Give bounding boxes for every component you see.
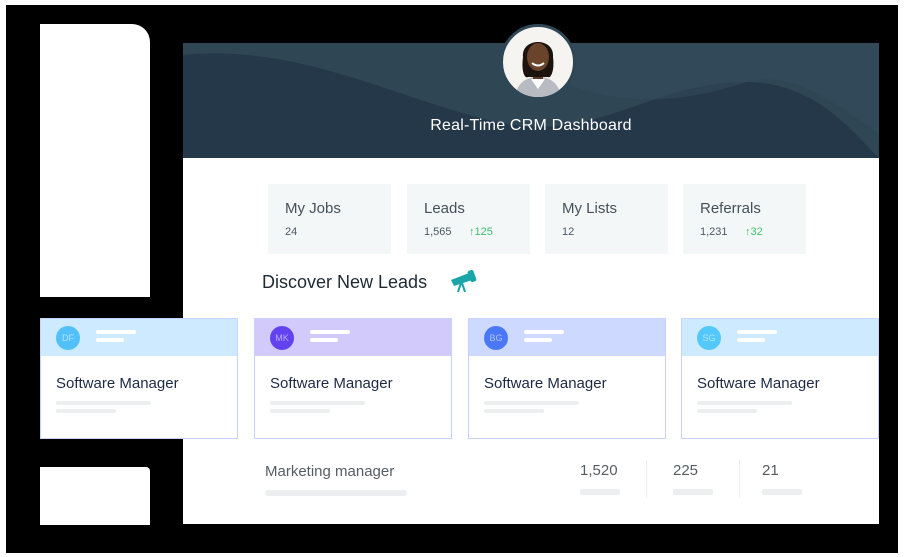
lead-card-title: Software Manager [270, 375, 393, 392]
lead-card[interactable]: BG Software Manager [468, 318, 666, 439]
lead-row-title[interactable]: Marketing manager [265, 463, 394, 480]
divider [739, 460, 740, 498]
stat-value: 1,231 [700, 226, 728, 238]
stat-value: 24 [285, 226, 298, 238]
stat-my-jobs[interactable]: My Jobs 24 [268, 184, 391, 254]
placeholder-bar [762, 489, 802, 495]
lead-avatar: DF [56, 326, 80, 350]
lead-card-title: Software Manager [484, 375, 607, 392]
lead-card-title: Software Manager [697, 375, 820, 392]
stat-label: My Jobs [285, 200, 341, 217]
stat-label: My Lists [562, 200, 618, 217]
placeholder-bar [56, 409, 116, 413]
card-header: BG [469, 319, 665, 356]
lead-card[interactable]: DF Software Manager [40, 318, 238, 439]
background-panel-top [40, 24, 150, 297]
stat-label: Referrals [700, 200, 761, 217]
stat-delta: 125 [474, 226, 493, 238]
placeholder-bar [697, 409, 757, 413]
lead-row-value: 1,520 [580, 462, 618, 479]
placeholder-bar [697, 401, 792, 405]
stat-delta: 32 [750, 226, 763, 238]
lead-card-title: Software Manager [56, 375, 179, 392]
stat-referrals[interactable]: Referrals 1,231 ↑32 [683, 184, 806, 254]
lead-avatar: SG [697, 326, 721, 350]
divider [646, 460, 647, 498]
lead-avatar: MK [270, 326, 294, 350]
stat-my-lists[interactable]: My Lists 12 [545, 184, 668, 254]
placeholder-bar [673, 489, 713, 495]
placeholder-bar [96, 330, 136, 334]
card-header: DF [41, 319, 237, 356]
telescope-icon [451, 270, 477, 292]
user-avatar[interactable] [500, 24, 576, 100]
placeholder-bar [524, 330, 564, 334]
placeholder-bar [737, 330, 777, 334]
stat-value: 1,565 [424, 226, 452, 238]
stat-value: 12 [562, 226, 575, 238]
lead-avatar: BG [484, 326, 508, 350]
stat-leads[interactable]: Leads 1,565 ↑125 [407, 184, 530, 254]
placeholder-bar [310, 330, 350, 334]
placeholder-bar [56, 401, 151, 405]
lead-row-value: 225 [673, 462, 699, 479]
lead-card[interactable]: MK Software Manager [254, 318, 452, 439]
section-title: Discover New Leads [262, 272, 428, 292]
card-header: SG [682, 319, 878, 356]
placeholder-bar [737, 338, 765, 342]
lead-card[interactable]: SG Software Manager [681, 318, 879, 439]
placeholder-bar [484, 409, 544, 413]
placeholder-bar [270, 409, 330, 413]
card-header: MK [255, 319, 451, 356]
background-panel-bottom [40, 467, 150, 525]
stat-label: Leads [424, 200, 465, 217]
placeholder-bar [484, 401, 579, 405]
placeholder-bar [580, 489, 620, 495]
placeholder-bar [270, 401, 365, 405]
placeholder-bar [310, 338, 338, 342]
lead-row-value: 21 [762, 462, 779, 479]
page-title: Real-Time CRM Dashboard [430, 117, 632, 134]
placeholder-bar [96, 338, 124, 342]
placeholder-bar [265, 490, 407, 496]
placeholder-bar [524, 338, 552, 342]
